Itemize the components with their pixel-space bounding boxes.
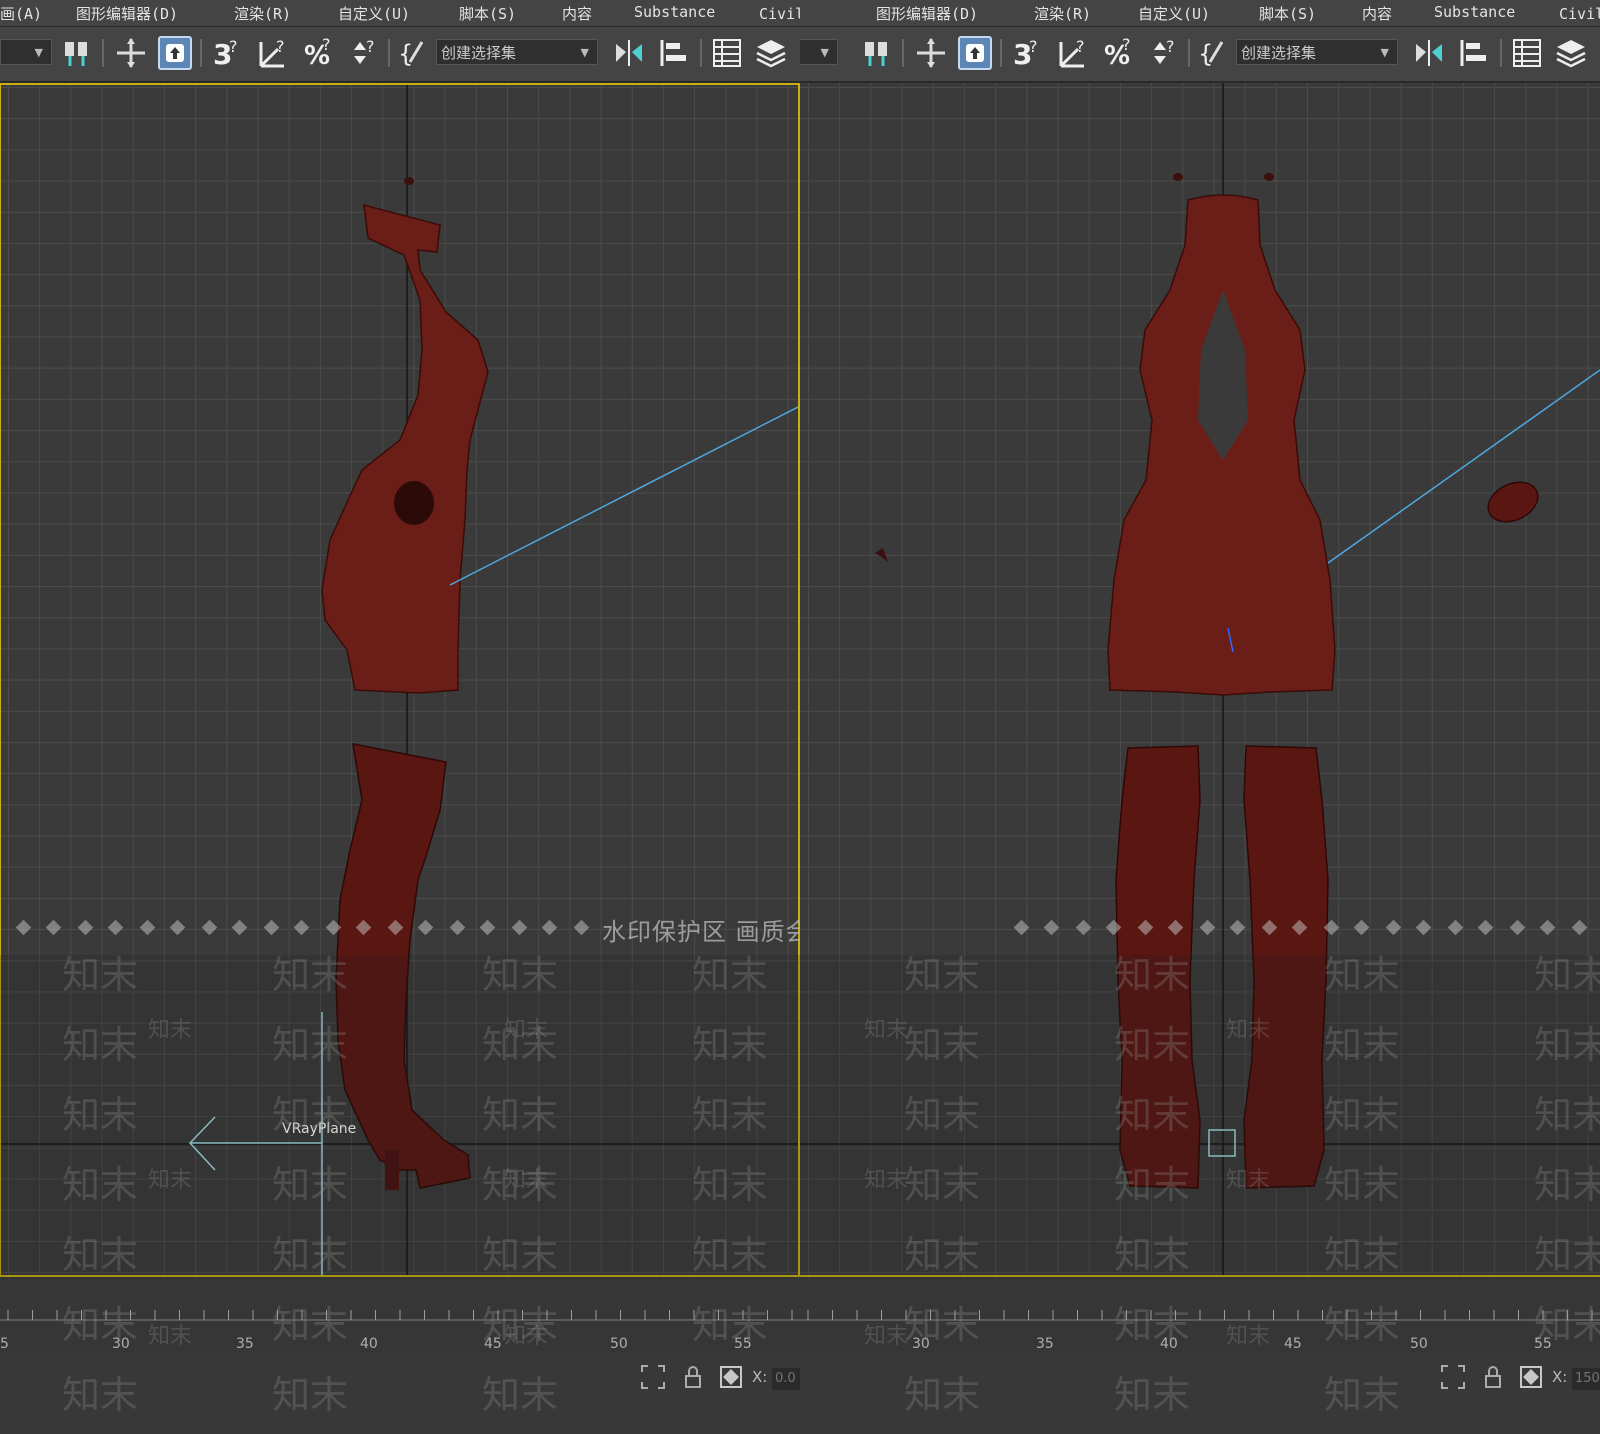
time-tick-label: 55 [734,1336,752,1352]
isolate-selection-icon[interactable] [640,1364,666,1390]
absolute-mode-transform-icon[interactable] [718,1364,744,1390]
x-coordinate-field[interactable]: 150 [1572,1368,1600,1390]
time-tick-label: 40 [1160,1336,1178,1352]
right-viewport-scene [800,83,1600,1277]
isolate-selection-icon[interactable] [1440,1364,1466,1390]
vray-plane-label: VRayPlane [282,1121,357,1137]
time-tick-label: 30 [112,1336,130,1352]
right-pane: 图形编辑器(D) 渲染(R) 自定义(U) 脚本(S) 内容 Substance… [800,0,1600,1434]
time-tick-label: 30 [912,1336,930,1352]
x-coordinate-field[interactable]: 0.0 [772,1368,800,1390]
camera-target-line [449,405,800,586]
time-tick-label: 50 [1410,1336,1428,1352]
bag-mesh [1487,481,1539,523]
time-tick-label: 55 [1534,1336,1552,1352]
time-tick-label: 35 [236,1336,254,1352]
time-tick-label: 40 [360,1336,378,1352]
x-coordinate-label: X: [752,1368,768,1386]
left-viewport-scene [0,83,800,1277]
left-boot-front [1115,745,1201,1189]
time-tick-label: 45 [1284,1336,1302,1352]
pivot-gizmo [1208,1129,1236,1157]
earring-shape [1264,173,1274,181]
earring-shape [404,177,414,185]
lock-selection-icon[interactable] [1480,1364,1506,1390]
small-mesh-fragment [875,548,888,562]
lock-selection-icon[interactable] [680,1364,706,1390]
time-tick-label: 45 [484,1336,502,1352]
absolute-mode-transform-icon[interactable] [1518,1364,1544,1390]
x-coordinate-label: X: [1552,1368,1568,1386]
time-tick-label: 35 [1036,1336,1054,1352]
earring-shape [1173,173,1183,181]
camera-target-line [1327,369,1600,564]
left-pane: 画(A) 图形编辑器(D) 渲染(R) 自定义(U) 脚本(S) 内容 Subs… [0,0,800,1434]
dress-side-profile [321,203,489,694]
time-tick-label: 50 [610,1336,628,1352]
time-tick-label: 5 [0,1336,9,1352]
right-boot-front [1243,745,1329,1189]
